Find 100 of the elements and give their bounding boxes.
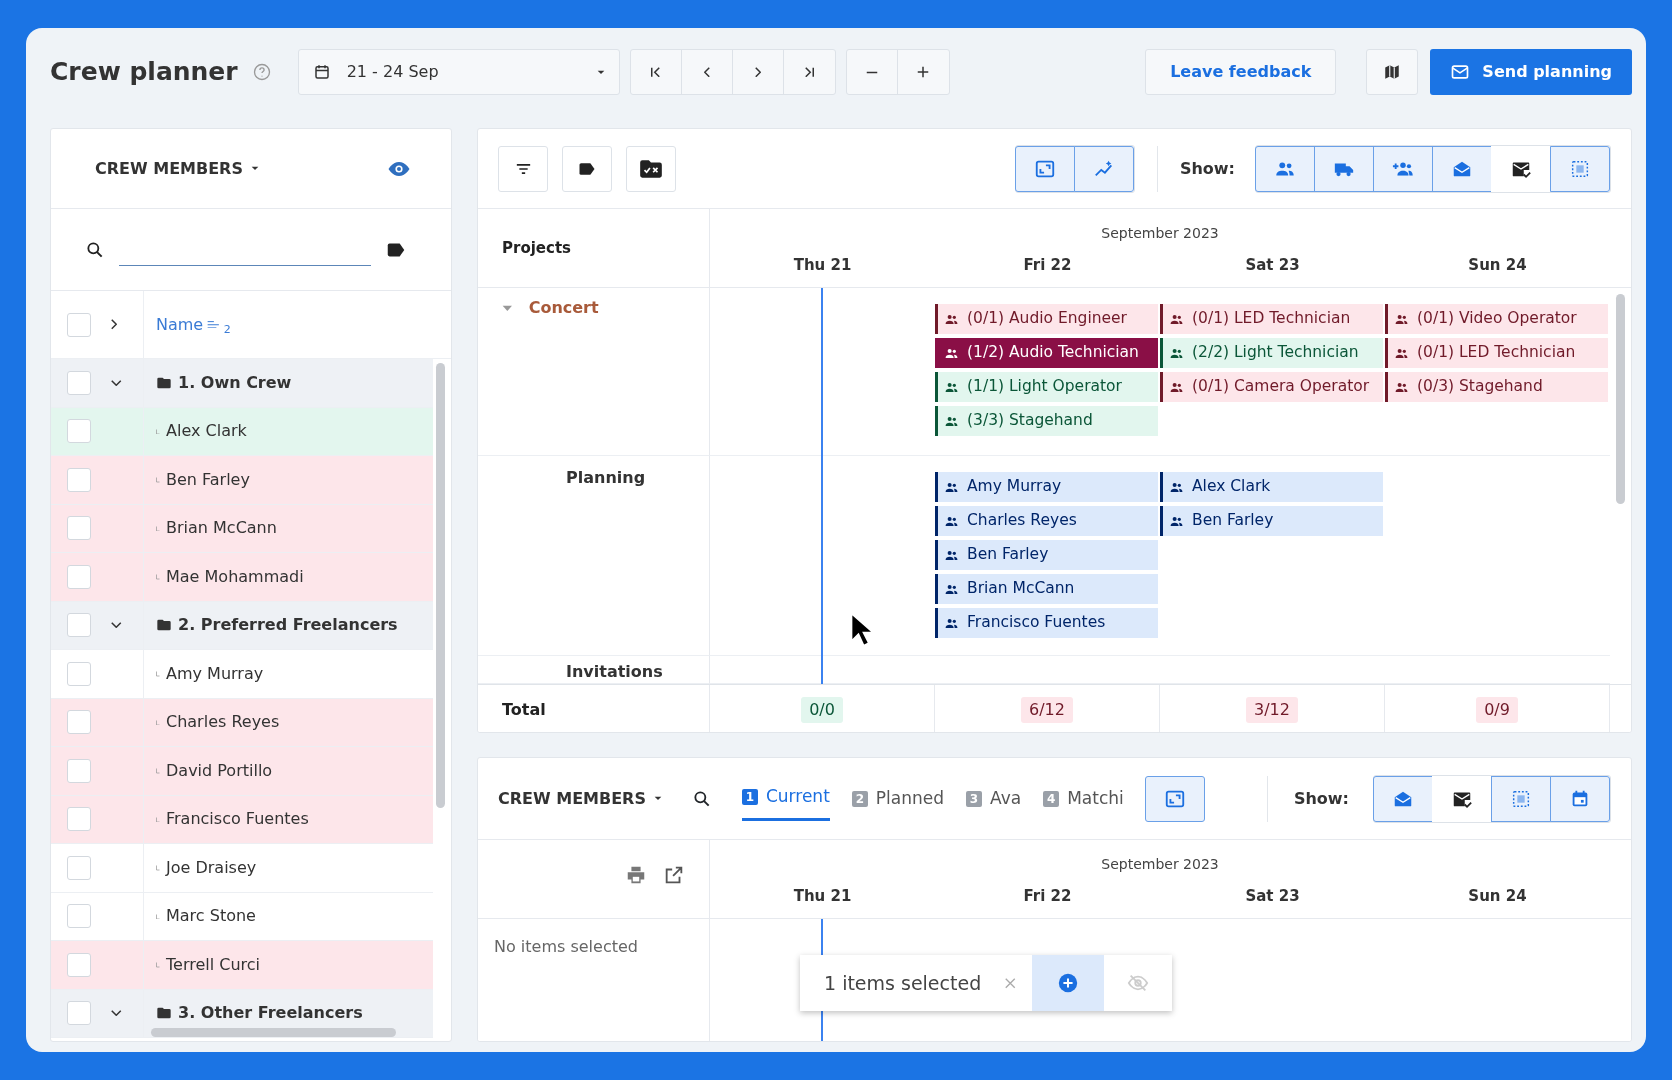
member-name: David Portillo bbox=[166, 759, 273, 782]
sort-icon bbox=[207, 320, 220, 329]
checkbox[interactable] bbox=[67, 904, 91, 929]
checkbox[interactable] bbox=[67, 661, 91, 686]
planned-crew-bar[interactable]: Amy Murray bbox=[935, 472, 1158, 502]
show-toggle[interactable] bbox=[1314, 145, 1374, 192]
shift-bar[interactable]: (1/2) Audio Technician bbox=[935, 338, 1158, 368]
planned-crew-bar[interactable]: Charles Reyes bbox=[935, 506, 1158, 536]
planned-crew-bar[interactable]: Ben Farley bbox=[1160, 506, 1383, 536]
tree-connector-icon bbox=[156, 574, 160, 580]
checkbox[interactable] bbox=[67, 419, 91, 444]
show-toggle[interactable] bbox=[1014, 145, 1075, 192]
tree-connector-icon bbox=[156, 816, 160, 822]
member-row[interactable]: Joe Draisey bbox=[51, 844, 433, 893]
vertical-scrollbar[interactable] bbox=[1616, 294, 1625, 504]
eye-slash-icon bbox=[1126, 972, 1149, 994]
member-row[interactable]: Terrell Curci bbox=[51, 941, 433, 990]
last-icon bbox=[804, 66, 814, 78]
horizontal-scrollbar[interactable] bbox=[151, 1028, 396, 1037]
checkbox[interactable] bbox=[67, 1001, 91, 1026]
checkbox[interactable] bbox=[67, 564, 91, 589]
shift-bar[interactable]: (0/1) Video Operator bbox=[1385, 304, 1608, 334]
member-row[interactable]: Alex Clark bbox=[51, 407, 433, 456]
show-toggle[interactable] bbox=[1432, 145, 1492, 192]
caret-icon bbox=[250, 166, 259, 171]
month-label: September 2023 bbox=[1101, 856, 1219, 872]
planned-crew-bar[interactable]: Ben Farley bbox=[935, 540, 1158, 570]
crew-members-dropdown[interactable]: CREW MEMBERS bbox=[498, 786, 662, 811]
shift-bar[interactable]: (1/1) Light Operator bbox=[935, 372, 1158, 402]
filter-icon bbox=[515, 163, 531, 174]
name-column-header[interactable]: Name 2 bbox=[156, 312, 231, 337]
member-row[interactable]: David Portillo bbox=[51, 747, 433, 796]
checkbox[interactable] bbox=[67, 467, 91, 492]
vertical-scrollbar[interactable] bbox=[436, 363, 445, 808]
member-row[interactable]: Amy Murray bbox=[51, 650, 433, 699]
shift-bar[interactable]: (3/3) Stagehand bbox=[935, 406, 1158, 436]
checkbox[interactable] bbox=[67, 855, 91, 880]
crew-members-dropdown[interactable]: CREW MEMBERS bbox=[95, 156, 259, 181]
total-value: 0/0 bbox=[801, 696, 843, 723]
label-button[interactable] bbox=[562, 145, 612, 192]
member-row[interactable]: Mae Mohammadi bbox=[51, 553, 433, 602]
member-row[interactable]: Ben Farley bbox=[51, 456, 433, 505]
expand-toggle[interactable] bbox=[1144, 775, 1205, 822]
checkbox[interactable] bbox=[67, 758, 91, 783]
tab[interactable]: 3 Ava bbox=[966, 777, 1022, 820]
checkbox[interactable] bbox=[67, 710, 91, 735]
member-row[interactable]: Brian McCann bbox=[51, 504, 433, 553]
map-button[interactable] bbox=[1366, 49, 1419, 95]
tab[interactable]: 4 Matchi bbox=[1043, 777, 1124, 820]
member-name: Marc Stone bbox=[166, 905, 256, 928]
shift-bar[interactable]: (0/3) Stagehand bbox=[1385, 372, 1608, 402]
show-toggle[interactable] bbox=[1550, 145, 1610, 192]
total-value: 6/12 bbox=[1021, 696, 1073, 723]
select-all-checkbox[interactable] bbox=[67, 312, 91, 337]
member-row[interactable]: Charles Reyes bbox=[51, 698, 433, 747]
checkbox[interactable] bbox=[67, 807, 91, 832]
total-value: 3/12 bbox=[1246, 696, 1298, 723]
filter-button[interactable] bbox=[498, 145, 548, 192]
tree-connector-icon bbox=[156, 865, 160, 871]
member-name: Alex Clark bbox=[166, 420, 247, 443]
add-button[interactable] bbox=[1031, 955, 1104, 1011]
folder-button[interactable] bbox=[626, 145, 676, 192]
date-range-picker[interactable]: 21 - 24 Sep bbox=[297, 49, 620, 95]
shift-bar[interactable]: (0/1) LED Technician bbox=[1385, 338, 1608, 368]
member-row[interactable]: Francisco Fuentes bbox=[51, 795, 433, 844]
day-label: Thu 21 bbox=[793, 887, 852, 906]
caret-icon bbox=[653, 796, 662, 801]
shift-bar[interactable]: (2/2) Light Technician bbox=[1160, 338, 1383, 368]
shift-bar[interactable]: (0/1) LED Technician bbox=[1160, 304, 1383, 334]
caret-icon bbox=[596, 69, 605, 75]
planned-crew-bar[interactable]: Francisco Fuentes bbox=[935, 608, 1158, 638]
sort-index: 2 bbox=[223, 323, 231, 336]
tree-connector-icon bbox=[156, 477, 160, 483]
show-toggle[interactable] bbox=[1491, 775, 1551, 822]
show-toggle[interactable] bbox=[1550, 775, 1610, 822]
checkbox[interactable] bbox=[67, 952, 91, 977]
tab[interactable]: 2 Planned bbox=[851, 777, 944, 820]
checkbox[interactable] bbox=[67, 516, 91, 541]
tab[interactable]: 1 Current bbox=[741, 776, 830, 821]
planned-crew-bar[interactable]: Brian McCann bbox=[935, 574, 1158, 604]
member-row[interactable]: Marc Stone bbox=[51, 892, 433, 941]
feedback-button[interactable]: Leave feedback bbox=[1145, 49, 1337, 95]
checkbox[interactable] bbox=[67, 613, 91, 638]
planned-crew-bar[interactable]: Alex Clark bbox=[1160, 472, 1383, 502]
show-toggle[interactable] bbox=[1255, 145, 1315, 192]
day-label: Sat 23 bbox=[1245, 887, 1300, 906]
show-toggle[interactable] bbox=[1373, 145, 1433, 192]
plus-circle-icon bbox=[1056, 972, 1079, 994]
plus-icon bbox=[917, 66, 930, 78]
shift-bar[interactable]: (0/1) Audio Engineer bbox=[935, 304, 1158, 334]
checkbox[interactable] bbox=[67, 370, 91, 395]
member-name: Joe Draisey bbox=[166, 856, 257, 879]
tree-connector-icon bbox=[156, 525, 160, 531]
shift-bar[interactable]: (0/1) Camera Operator bbox=[1160, 372, 1383, 402]
map-icon bbox=[1383, 63, 1402, 81]
show-toggle[interactable] bbox=[1073, 145, 1134, 192]
group-label: 1. Own Crew bbox=[178, 371, 292, 394]
show-toggle[interactable] bbox=[1373, 775, 1433, 822]
tree-connector-icon bbox=[156, 768, 160, 774]
send-planning-button[interactable]: Send planning bbox=[1430, 49, 1632, 95]
